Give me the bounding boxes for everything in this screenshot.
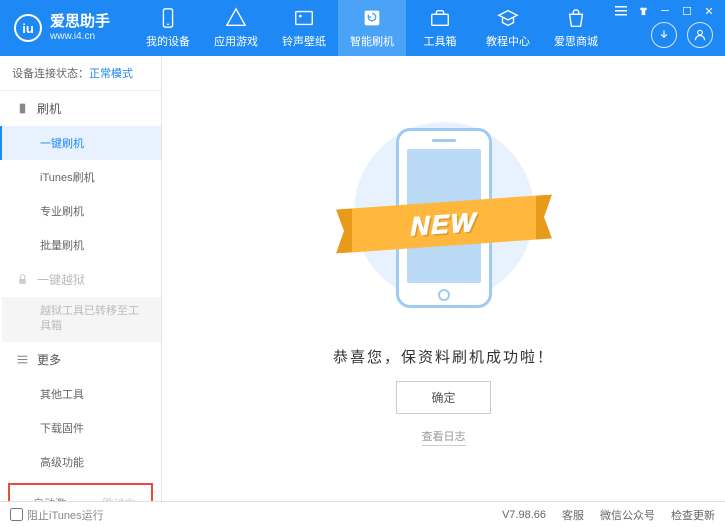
sidebar-item-other-tools[interactable]: 其他工具	[2, 377, 161, 411]
auto-activate-checkbox[interactable]: 自动激活	[16, 495, 76, 501]
header: iu 爱思助手 www.i4.cn 我的设备 应用游戏 铃声壁纸 智能刷机 工具…	[0, 0, 725, 56]
footer-link-support[interactable]: 客服	[562, 507, 584, 523]
sidebar-item-jailbreak-note: 越狱工具已转移至工具箱	[2, 297, 161, 342]
app-url: www.i4.cn	[50, 31, 110, 42]
device-icon	[16, 102, 29, 115]
device-status: 设备连接状态：正常模式	[0, 56, 161, 91]
graduation-icon	[497, 7, 519, 29]
download-button[interactable]	[651, 22, 677, 48]
confirm-button[interactable]: 确定	[396, 381, 490, 414]
block-itunes-checkbox[interactable]: 阻止iTunes运行	[10, 507, 104, 523]
skin-icon[interactable]	[633, 3, 653, 19]
sidebar-section-flash[interactable]: 刷机	[2, 91, 161, 126]
main-content: NEW 恭喜您，保资料刷机成功啦！ 确定 查看日志	[162, 56, 725, 501]
toolbox-icon	[429, 7, 451, 29]
app-title: 爱思助手	[50, 14, 110, 31]
footer-link-wechat[interactable]: 微信公众号	[600, 507, 655, 523]
window-controls: ─ ☐ ✕	[611, 3, 719, 19]
close-button[interactable]: ✕	[699, 3, 719, 19]
sidebar-item-itunes-flash[interactable]: iTunes刷机	[2, 160, 161, 194]
sidebar-section-more[interactable]: 更多	[2, 342, 161, 377]
skip-guide-checkbox[interactable]: 跳过向导	[86, 495, 146, 501]
bag-icon	[565, 7, 587, 29]
nav-smart-flash[interactable]: 智能刷机	[338, 0, 406, 56]
nav-store[interactable]: 爱思商城	[542, 0, 610, 56]
view-log-link[interactable]: 查看日志	[422, 428, 466, 446]
maximize-button[interactable]: ☐	[677, 3, 697, 19]
apps-icon	[225, 7, 247, 29]
nav-ringtones[interactable]: 铃声壁纸	[270, 0, 338, 56]
success-message: 恭喜您，保资料刷机成功啦！	[333, 346, 554, 367]
sidebar-section-jailbreak: 一键越狱	[2, 262, 161, 297]
sidebar-item-batch-flash[interactable]: 批量刷机	[2, 228, 161, 262]
sidebar-item-download-firmware[interactable]: 下载固件	[2, 411, 161, 445]
nav-my-device[interactable]: 我的设备	[134, 0, 202, 56]
footer: 阻止iTunes运行 V7.98.66 客服 微信公众号 检查更新	[0, 501, 725, 527]
logo[interactable]: iu 爱思助手 www.i4.cn	[0, 14, 124, 42]
user-button[interactable]	[687, 22, 713, 48]
sidebar-item-advanced[interactable]: 高级功能	[2, 445, 161, 479]
refresh-icon	[361, 7, 383, 29]
minimize-button[interactable]: ─	[655, 3, 675, 19]
activation-options: 自动激活 跳过向导	[8, 483, 153, 501]
version-label: V7.98.66	[502, 509, 546, 521]
nav-apps-games[interactable]: 应用游戏	[202, 0, 270, 56]
footer-link-update[interactable]: 检查更新	[671, 507, 715, 523]
lock-icon	[16, 273, 29, 286]
success-illustration: NEW	[354, 112, 534, 332]
nav-tutorials[interactable]: 教程中心	[474, 0, 542, 56]
logo-icon: iu	[14, 14, 42, 42]
main-nav: 我的设备 应用游戏 铃声壁纸 智能刷机 工具箱 教程中心 爱思商城	[134, 0, 610, 56]
image-icon	[293, 7, 315, 29]
sidebar-item-one-key-flash[interactable]: 一键刷机	[0, 126, 161, 160]
list-icon	[16, 353, 29, 366]
nav-toolbox[interactable]: 工具箱	[406, 0, 474, 56]
sidebar: 设备连接状态：正常模式 刷机 一键刷机 iTunes刷机 专业刷机 批量刷机 一…	[0, 56, 162, 501]
menu-icon[interactable]	[611, 3, 631, 19]
phone-icon	[157, 7, 179, 29]
sidebar-item-pro-flash[interactable]: 专业刷机	[2, 194, 161, 228]
